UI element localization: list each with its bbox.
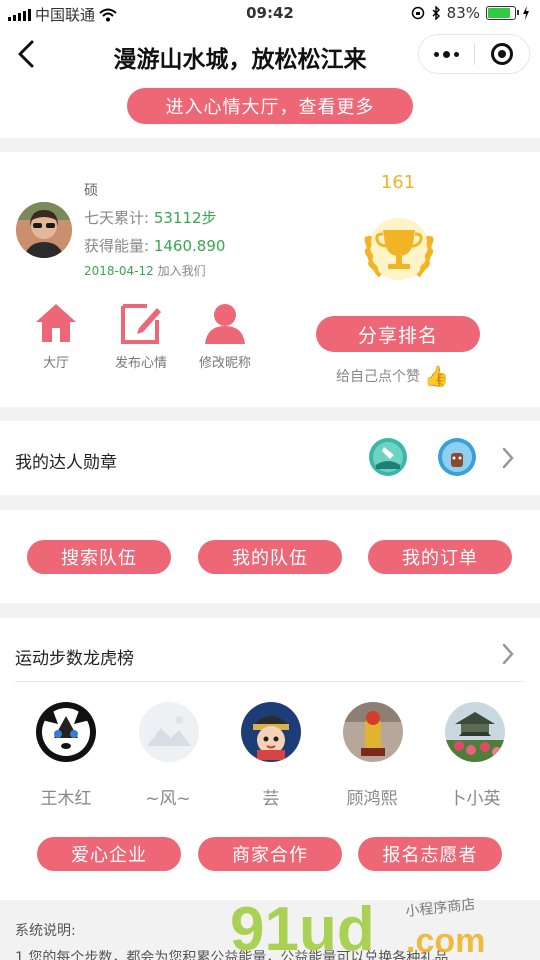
join-suffix: 加入我们 [153, 264, 206, 278]
my-orders-button[interactable]: 我的订单 [368, 540, 512, 574]
join-info: 2018-04-12 加入我们 [84, 262, 206, 279]
chevron-right-icon[interactable] [500, 642, 516, 666]
chevron-right-icon [502, 447, 514, 469]
pavilion-avatar [445, 702, 505, 762]
action-hall[interactable]: 大厅 [16, 302, 96, 371]
week-steps-label: 七天累计: [84, 209, 154, 227]
rotation-lock-icon [411, 6, 424, 20]
medal-badge-1 [369, 438, 407, 476]
charging-icon [523, 6, 529, 20]
status-right: 83% [411, 4, 530, 22]
action-post-mood[interactable]: 发布心情 [101, 302, 181, 371]
energy-label: 获得能量: [84, 237, 154, 255]
user-name: 硕 [84, 183, 98, 199]
watermark-tagline: 小程序商店 [405, 897, 476, 920]
ranking-name-4: 顾鸿熙 [346, 789, 398, 809]
action-edit-nickname-label: 修改昵称 [198, 356, 251, 371]
close-miniprogram-button[interactable] [475, 35, 530, 73]
ranking-avatar-3[interactable] [241, 702, 301, 762]
my-team-button[interactable]: 我的队伍 [198, 540, 342, 574]
ranking-title: 运动步数龙虎榜 [15, 649, 134, 669]
medals-row[interactable]: 我的达人勋章 [0, 421, 540, 495]
more-button[interactable] [419, 35, 474, 73]
husky-avatar [36, 702, 96, 762]
step-ranking: 运动步数龙虎榜 王木红 ~风~ 芸 顾鸿熙 卜小英 爱心企业 商家合作 报名志愿… [0, 618, 540, 900]
ranking-name-2: ~风~ [145, 789, 191, 809]
ranking-avatar-5[interactable] [445, 702, 505, 762]
profile-card: 硕 七天累计: 53112步 获得能量: 1460.890 2018-04-12… [0, 152, 540, 407]
energy-value: 1460.890 [153, 237, 226, 255]
watermark-brand: 91ud [230, 895, 375, 960]
default-avatar [139, 702, 199, 762]
volunteer-signup-button[interactable]: 报名志愿者 [358, 837, 502, 871]
target-icon [490, 43, 513, 65]
search-team-button[interactable]: 搜索队伍 [27, 540, 171, 574]
status-bar: 中国联通 09:42 83% [0, 0, 540, 28]
user-icon [205, 304, 245, 344]
more-icon [433, 50, 459, 58]
action-edit-nickname[interactable]: 修改昵称 [185, 302, 265, 371]
charity-companies-button[interactable]: 爱心企业 [37, 837, 181, 871]
ranking-name-3: 芸 [262, 789, 280, 809]
action-post-mood-label: 发布心情 [114, 356, 167, 371]
avatar[interactable] [16, 202, 72, 258]
join-date: 2018-04-12 [84, 264, 154, 278]
battery-icon [486, 6, 519, 20]
week-steps-value: 53112步 [153, 209, 217, 227]
watermark-domain: .com [406, 922, 485, 960]
like-text: 给自己点个赞 [336, 369, 420, 385]
bluetooth-icon [432, 6, 440, 20]
thumbs-up-icon: 👍 [424, 364, 449, 388]
edit-icon [121, 304, 161, 344]
week-steps: 七天累计: 53112步 [84, 207, 217, 228]
energy: 获得能量: 1460.890 [84, 235, 225, 256]
home-icon [36, 304, 76, 342]
back-icon[interactable] [10, 36, 46, 72]
ranking-avatar-2[interactable] [139, 702, 199, 762]
nav-bar: 漫游山水城，放松松江来 [0, 28, 540, 80]
like-self[interactable]: 给自己点个赞 👍 [336, 364, 449, 388]
photo-avatar [343, 702, 403, 762]
score: 161 [380, 172, 416, 193]
enter-hall-button[interactable]: 进入心情大厅，查看更多 [127, 88, 413, 124]
ranking-name-1: 王木红 [40, 789, 92, 809]
medal-badge-2 [438, 438, 476, 476]
avatar-photo [16, 202, 72, 258]
ranking-name-5: 卜小英 [449, 789, 501, 809]
page-title: 漫游山水城，放松松江来 [113, 47, 367, 73]
trophy-icon [364, 218, 434, 280]
team-buttons-row: 搜索队伍 我的队伍 我的订单 [0, 510, 540, 603]
notes-title: 系统说明: [15, 923, 76, 939]
medals-title: 我的达人勋章 [15, 453, 117, 473]
divider [15, 681, 525, 682]
ranking-avatar-1[interactable] [36, 702, 96, 762]
merchant-cooperation-button[interactable]: 商家合作 [198, 837, 342, 871]
hall-banner: 进入心情大厅，查看更多 [0, 80, 540, 138]
miniprogram-capsule [418, 34, 530, 74]
battery-percent: 83% [446, 4, 480, 22]
action-hall-label: 大厅 [42, 356, 69, 371]
watermark-logo: 91ud .com 小程序商店 [230, 895, 485, 960]
ranking-avatar-4[interactable] [343, 702, 403, 762]
share-ranking-button[interactable]: 分享排名 [316, 316, 480, 352]
cartoon-avatar [241, 702, 301, 762]
